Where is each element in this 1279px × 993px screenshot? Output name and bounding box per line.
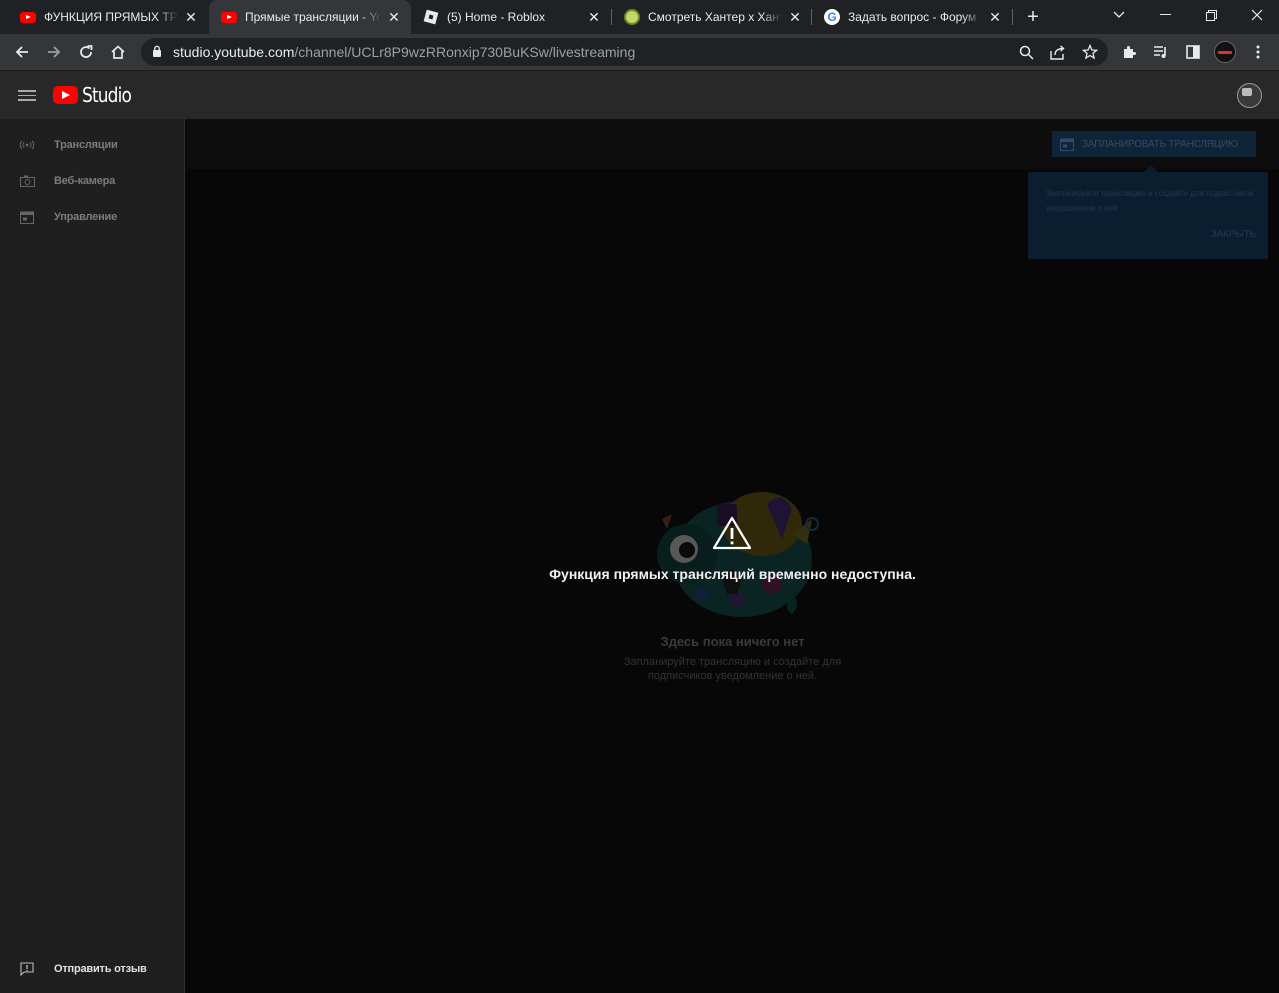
close-tab-icon[interactable]: ✕	[182, 8, 200, 26]
tooltip-text: Запланируйте трансляцию и создайте для п…	[1046, 189, 1254, 213]
close-tab-icon[interactable]: ✕	[585, 8, 603, 26]
error-message: Функция прямых трансляций временно недос…	[549, 566, 916, 582]
youtube-icon	[20, 9, 36, 25]
studio-sidebar: Трансляции Веб-камера Управление Отправи…	[0, 119, 185, 993]
send-feedback-button[interactable]: Отправить отзыв	[0, 951, 184, 987]
empty-state-description: Запланируйте трансляцию и создайте для п…	[623, 656, 842, 682]
profile-avatar[interactable]	[1211, 38, 1239, 66]
sidebar-item-label: Веб-камера	[54, 175, 116, 187]
media-control-icon[interactable]	[1147, 38, 1175, 66]
close-tab-icon[interactable]: ✕	[986, 8, 1004, 26]
tab-title: ФУНКЦИЯ ПРЯМЫХ ТРАНСЛЯЦИЙ ВРЕМЕННО НЕДОС…	[44, 10, 178, 24]
home-icon	[111, 45, 125, 59]
browser-menu-icon[interactable]	[1244, 38, 1272, 66]
reload-button[interactable]	[72, 38, 100, 66]
studio-header: Studio	[0, 71, 1279, 119]
google-icon: G	[824, 9, 840, 25]
youtube-icon	[221, 9, 237, 25]
zoom-icon[interactable]	[1017, 43, 1035, 61]
tab-search-icon[interactable]	[1096, 0, 1142, 30]
studio-logo-text: Studio	[82, 83, 132, 107]
tab-title: Смотреть Хантер x Хантер	[648, 10, 782, 24]
tab-title: Прямые трансляции - YouTube Studio	[245, 10, 381, 24]
hunter-icon	[624, 9, 640, 25]
url-text: studio.youtube.com/channel/UCLr8P9wzRRon…	[173, 38, 635, 66]
studio-logo[interactable]: Studio	[53, 83, 140, 107]
browser-tab[interactable]: Смотреть Хантер x Хантер ✕	[612, 0, 812, 34]
empty-state-illustration	[657, 492, 819, 617]
close-tab-icon[interactable]: ✕	[786, 8, 804, 26]
tab-title: (5) Home - Roblox	[447, 10, 546, 24]
url-host: studio.youtube.com	[173, 44, 295, 60]
warning-icon	[712, 516, 752, 550]
browser-toolbar: studio.youtube.com/channel/UCLr8P9wzRRon…	[0, 34, 1279, 71]
browser-tab-strip: ФУНКЦИЯ ПРЯМЫХ ТРАНСЛЯЦИЙ ВРЕМЕННО НЕДОС…	[0, 0, 1279, 34]
close-window-icon[interactable]	[1234, 0, 1279, 30]
feedback-icon	[19, 961, 35, 977]
browser-tab[interactable]: (5) Home - Roblox ✕	[411, 0, 611, 34]
youtube-logo-icon	[53, 86, 78, 104]
restore-icon[interactable]	[1188, 0, 1234, 30]
new-tab-button[interactable]: +	[1022, 6, 1044, 28]
forward-arrow-icon	[48, 46, 61, 58]
empty-state-title: Здесь пока ничего нет	[660, 634, 805, 649]
side-panel-icon[interactable]	[1179, 38, 1207, 66]
hamburger-menu-icon[interactable]	[18, 87, 36, 103]
calendar-icon	[1060, 137, 1074, 151]
sidebar-item-webcam[interactable]: Веб-камера	[0, 163, 184, 199]
extensions-icon[interactable]	[1115, 38, 1143, 66]
main-content: ЗАПЛАНИРОВАТЬ ТРАНСЛЯЦИЮ Запланируйте тр…	[186, 119, 1279, 993]
sidebar-item-broadcasts[interactable]: Трансляции	[0, 127, 184, 163]
tooltip-close-button[interactable]: ЗАКРЫТЬ	[1211, 229, 1257, 240]
tab-title: Задать вопрос - Форум - Google	[848, 10, 982, 24]
share-icon[interactable]	[1049, 43, 1067, 61]
camera-icon	[19, 173, 35, 189]
star-icon[interactable]	[1081, 43, 1099, 61]
broadcast-icon	[19, 137, 35, 153]
account-avatar[interactable]	[1237, 83, 1262, 108]
calendar-icon	[19, 209, 35, 225]
lock-icon	[152, 45, 162, 63]
roblox-icon	[423, 9, 439, 25]
browser-tab[interactable]: ФУНКЦИЯ ПРЯМЫХ ТРАНСЛЯЦИЙ ВРЕМЕННО НЕДОС…	[8, 0, 208, 34]
browser-tab[interactable]: G Задать вопрос - Форум - Google ✕	[812, 0, 1012, 34]
address-bar[interactable]: studio.youtube.com/channel/UCLr8P9wzRRon…	[141, 38, 1108, 66]
minimize-icon[interactable]	[1142, 0, 1188, 30]
schedule-tooltip: Запланируйте трансляцию и создайте для п…	[1028, 165, 1268, 259]
reload-icon	[80, 45, 93, 58]
schedule-button-label: ЗАПЛАНИРОВАТЬ ТРАНСЛЯЦИЮ	[1082, 138, 1238, 150]
home-button[interactable]	[104, 38, 132, 66]
sidebar-item-label: Трансляции	[54, 139, 118, 151]
sidebar-item-label: Отправить отзыв	[54, 963, 147, 975]
back-arrow-icon	[15, 46, 28, 58]
back-button[interactable]	[8, 38, 36, 66]
forward-button[interactable]	[40, 38, 68, 66]
url-path: /channel/UCLr8P9wzRRonxip730BuKSw/livest…	[294, 44, 636, 60]
schedule-broadcast-button[interactable]: ЗАПЛАНИРОВАТЬ ТРАНСЛЯЦИЮ	[1052, 131, 1256, 157]
sidebar-item-label: Управление	[54, 211, 118, 223]
browser-tab-active[interactable]: Прямые трансляции - YouTube Studio ✕	[209, 0, 411, 34]
sidebar-item-manage[interactable]: Управление	[0, 199, 184, 235]
tab-separator	[1012, 9, 1013, 25]
close-tab-icon[interactable]: ✕	[385, 8, 403, 26]
